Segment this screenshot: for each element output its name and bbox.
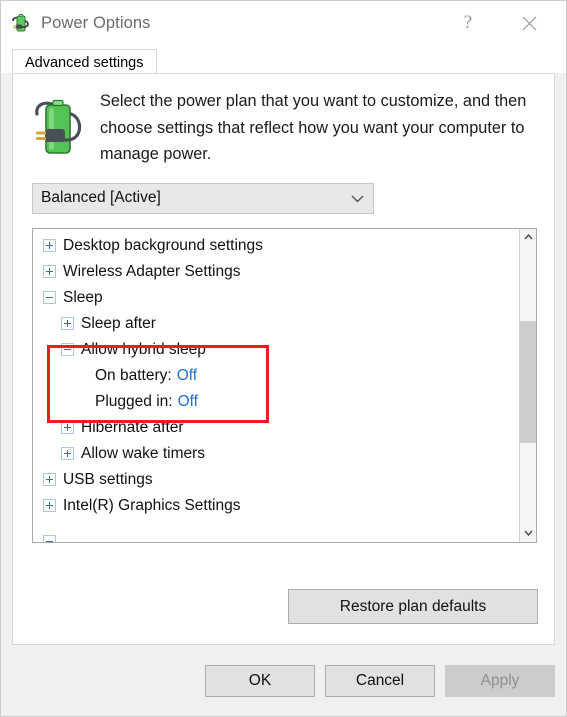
setting-label: Plugged in: (95, 392, 173, 410)
expander-plus-icon[interactable] (43, 499, 56, 512)
ok-button[interactable]: OK (205, 664, 315, 697)
setting-value[interactable]: Off (177, 367, 197, 385)
setting-value[interactable]: Off (178, 393, 198, 411)
expander-plus-icon[interactable] (43, 239, 56, 252)
help-button[interactable]: ? (445, 1, 491, 45)
apply-button: Apply (445, 664, 555, 697)
tree-item-desktop-background-settings[interactable]: Desktop background settings (33, 233, 519, 259)
tree-item-wireless-adapter-settings[interactable]: Wireless Adapter Settings (33, 259, 519, 285)
expander-minus-icon[interactable] (43, 291, 56, 304)
power-plan-value: Balanced [Active] (41, 189, 161, 206)
setting-plugged-in[interactable]: Plugged in: Off (33, 389, 519, 415)
tab-strip: Advanced settings (1, 45, 566, 73)
expander-minus-icon[interactable] (61, 343, 74, 356)
tree-item-label: Desktop background settings (63, 236, 263, 254)
advanced-settings-panel: Select the power plan that you want to c… (12, 73, 555, 645)
tree-item-label: Sleep (63, 288, 103, 306)
tree-item-label (63, 533, 67, 542)
panel-description: Select the power plan that you want to c… (100, 92, 527, 163)
expander-plus-icon[interactable] (61, 317, 74, 330)
tree-item-allow-wake-timers[interactable]: Allow wake timers (33, 441, 519, 467)
scroll-up-button[interactable] (520, 228, 536, 246)
setting-label: On battery: (95, 366, 172, 384)
restore-plan-defaults-button[interactable]: Restore plan defaults (288, 589, 538, 624)
tree-item-hibernate-after[interactable]: Hibernate after (33, 415, 519, 441)
tree-item-label: Sleep after (81, 314, 156, 332)
scrollbar-thumb[interactable] (520, 320, 536, 443)
power-plug-battery-icon (10, 12, 32, 34)
chevron-down-icon (341, 184, 373, 213)
battery-power-plug-icon (31, 92, 86, 164)
power-options-window: Power Options ? Advanced settings Select… (0, 0, 567, 717)
expander-plus-icon[interactable] (61, 421, 74, 434)
window-title: Power Options (41, 13, 151, 32)
setting-on-battery[interactable]: On battery: Off (33, 363, 519, 389)
restore-defaults-area: Restore plan defaults (288, 589, 538, 624)
tree-item-label: Allow wake timers (81, 444, 206, 462)
tree-item-allow-hybrid-sleep[interactable]: Allow hybrid sleep (33, 337, 519, 363)
expander-plus-icon[interactable] (61, 447, 74, 460)
expander-plus-icon[interactable] (43, 473, 56, 486)
tree-item-clipped-partial[interactable] (33, 529, 519, 542)
tree-item-sleep-after[interactable]: Sleep after (33, 311, 519, 337)
expander-plus-icon[interactable] (43, 265, 56, 278)
title-bar: Power Options ? (1, 1, 566, 45)
tab-advanced-settings[interactable]: Advanced settings (12, 49, 157, 73)
settings-tree[interactable]: Desktop background settings Wireless Ada… (33, 229, 519, 542)
expander-minus-icon[interactable] (43, 535, 56, 542)
tree-item-label: Allow hybrid sleep (81, 340, 206, 358)
tree-item-label: Hibernate after (81, 418, 184, 436)
close-icon[interactable] (506, 1, 552, 45)
tree-item-intel-graphics-settings[interactable]: Intel(R) Graphics Settings (33, 493, 519, 519)
cancel-button[interactable]: Cancel (325, 664, 435, 697)
advanced-settings-list[interactable]: Desktop background settings Wireless Ada… (32, 227, 537, 543)
scroll-down-button[interactable] (520, 524, 536, 542)
tree-item-sleep[interactable]: Sleep (33, 285, 519, 311)
tree-item-label: USB settings (63, 470, 153, 488)
settings-list-scrollbar[interactable] (519, 228, 536, 542)
tree-item-label: Intel(R) Graphics Settings (63, 496, 241, 514)
dialog-footer: OK Cancel Apply (1, 645, 566, 716)
panel-header: Select the power plan that you want to c… (13, 74, 554, 168)
power-plan-select[interactable]: Balanced [Active] (32, 182, 374, 214)
tree-item-label: Wireless Adapter Settings (63, 262, 241, 280)
tree-item-usb-settings[interactable]: USB settings (33, 467, 519, 493)
